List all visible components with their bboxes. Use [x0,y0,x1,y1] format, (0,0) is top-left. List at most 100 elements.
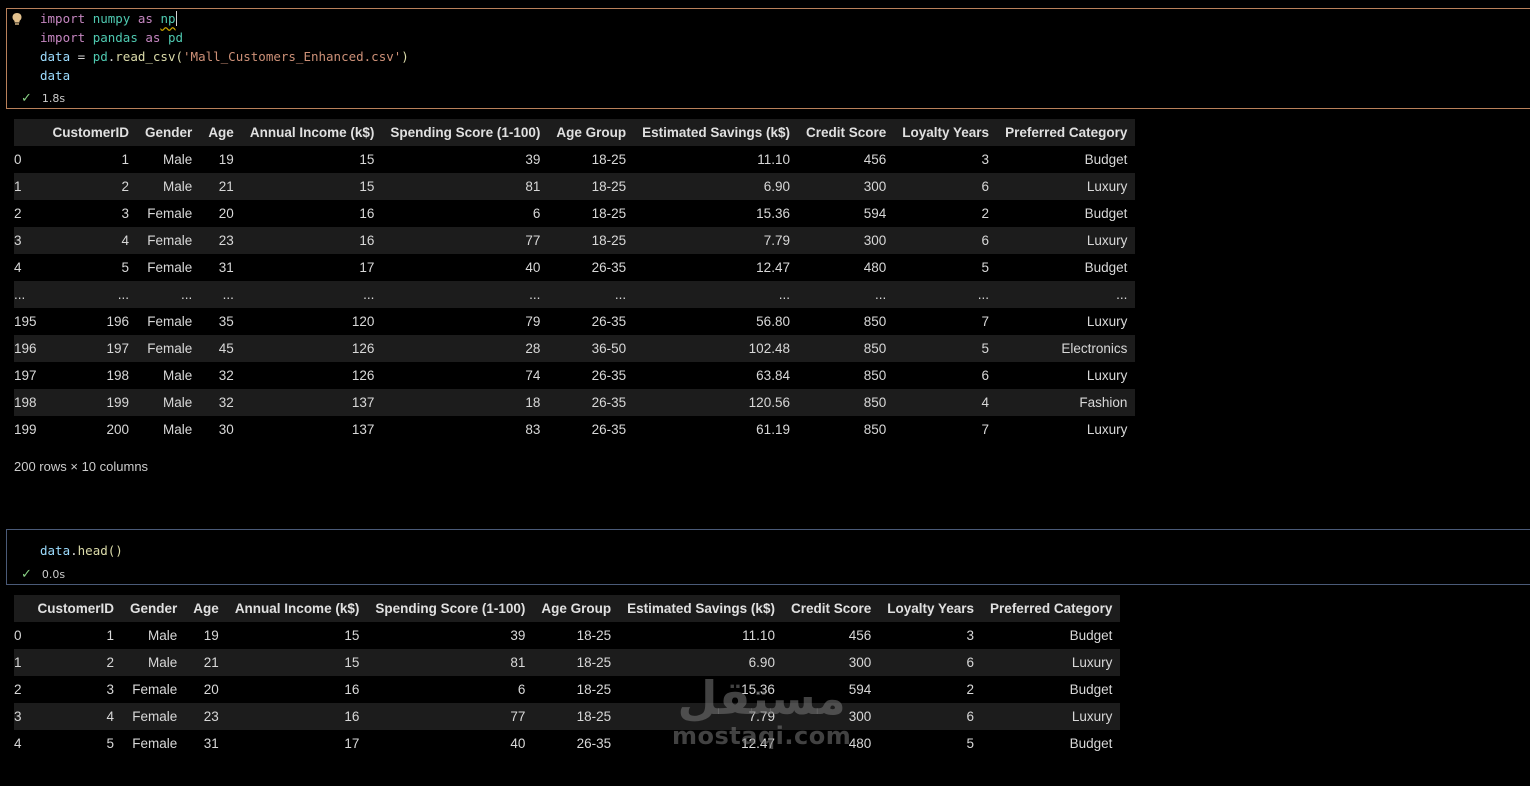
table-cell: 6 [981,179,990,194]
table-cell: 28 [525,341,541,356]
table-cell: 102.48 [748,341,790,356]
table-cell: 20 [203,682,219,697]
table-cell: Female [132,736,178,751]
table-cell: 81 [510,655,526,670]
table-cell: 6 [532,206,541,221]
table-cell: 300 [848,709,872,724]
table-cell: ... [529,287,541,302]
table-row: 198 199 Male 32 137 18 26-35 120.56 850 4 Fashion [14,389,1136,416]
row-index: 3 [14,233,22,248]
code-line: data = pd.read_csv('Mall_Customers_Enhan… [40,49,409,64]
table-cell: 126 [351,341,375,356]
table-cell: 1 [106,628,115,643]
table-cell: Fashion [1079,395,1128,410]
table-cell: ... [117,287,130,302]
check-icon: ✓ [21,567,32,582]
column-header: Annual Income (k$) [249,125,375,140]
column-header: Credit Score [805,125,887,140]
table-cell: 79 [525,314,541,329]
column-header: Loyalty Years [902,125,990,140]
table-cell: 16 [359,206,375,221]
keyword: import [40,30,86,45]
table-cell: 6 [966,655,975,670]
row-index: 198 [14,395,37,410]
module-name: numpy [92,11,131,26]
table-cell: 196 [106,314,130,329]
table-cell: Luxury [1071,655,1113,670]
table-cell: 7 [981,314,990,329]
code-cell-1[interactable]: import numpy as np import pandas as pd d… [6,8,1530,109]
table-cell: Male [148,628,178,643]
table-row: ................................. [14,281,1136,308]
table-cell: 40 [525,260,541,275]
row-index: 1 [14,179,22,194]
table-cell: 26-35 [591,395,627,410]
table-cell: 26-35 [591,422,627,437]
table-cell: 11.10 [757,152,790,167]
column-header: Annual Income (k$) [234,601,360,616]
column-header: Estimated Savings (k$) [627,601,775,616]
column-header: Gender [130,601,178,616]
table-cell: ... [363,287,375,302]
paren: ) [401,49,409,64]
table-cell: 850 [863,368,887,383]
table-cell: 15 [359,152,375,167]
table-cell: 480 [848,736,872,751]
table-cell: 2 [106,655,115,670]
table-row: 1 2 Male 21 15 81 18-25 6.90 300 6 Luxury [14,173,1136,200]
column-header: Gender [145,125,193,140]
table-cell: Budget [1084,260,1128,275]
variable: data [40,49,71,64]
code-editor-1[interactable]: import numpy as np import pandas as pd d… [40,9,409,85]
table-cell: Female [147,206,193,221]
string-literal: 'Mall_Customers_Enhanced.csv' [183,49,402,64]
table-cell: ... [614,287,627,302]
table-cell: 2 [121,179,130,194]
code-line: data [40,68,71,83]
table-cell: 850 [863,314,887,329]
row-index: 197 [14,368,37,383]
table-cell: 6 [517,682,526,697]
table-cell: 3 [966,628,975,643]
column-header: Age [193,601,219,616]
dot: . [70,543,78,558]
row-index: 199 [14,422,37,437]
table-cell: 5 [121,260,130,275]
table-cell: ... [778,287,790,302]
table-cell: Budget [1084,152,1128,167]
table-cell: 6 [981,368,990,383]
table-cell: 74 [525,368,541,383]
code-cell-2[interactable]: data.head() ✓ 0.0s [6,529,1530,585]
code-editor-2[interactable]: data.head() [40,541,123,560]
table-cell: 40 [510,736,526,751]
table-cell: 26-35 [576,736,612,751]
table-cell: 23 [203,709,219,724]
table-cell: Luxury [1086,314,1128,329]
module-name: pandas [92,30,138,45]
table-cell: 61.19 [756,422,790,437]
lightbulb-icon[interactable] [11,11,23,25]
table-cell: 4 [981,395,990,410]
table-cell: Male [148,655,178,670]
table-row: 3 4 Female 23 16 77 18-25 7.79 300 6 Luxury [14,227,1136,254]
column-header: Loyalty Years [887,601,975,616]
table-cell: 137 [351,395,375,410]
table-cell: 77 [525,233,541,248]
table-cell: 199 [106,395,130,410]
dataframe-output-1: CustomerID Gender Age Annual Income (k$) Spe… [14,119,1136,443]
table-cell: 12.47 [741,736,775,751]
module-alias: pd [92,49,108,64]
table-cell: 15 [344,628,360,643]
table-row: 4 5 Female 31 17 40 26-35 12.47 480 5 Budget [14,254,1135,281]
table-cell: 15 [344,655,360,670]
table-cell: 456 [863,152,887,167]
module-alias: pd [167,30,184,45]
table-cell: 480 [863,260,887,275]
table-cell: 15.36 [741,682,775,697]
table-cell: Luxury [1086,368,1128,383]
column-header: CustomerID [52,125,130,140]
table-cell: 7.79 [763,233,790,248]
execution-time: 0.0s [41,568,66,581]
column-header: CustomerID [37,601,115,616]
table-cell: 5 [981,341,990,356]
